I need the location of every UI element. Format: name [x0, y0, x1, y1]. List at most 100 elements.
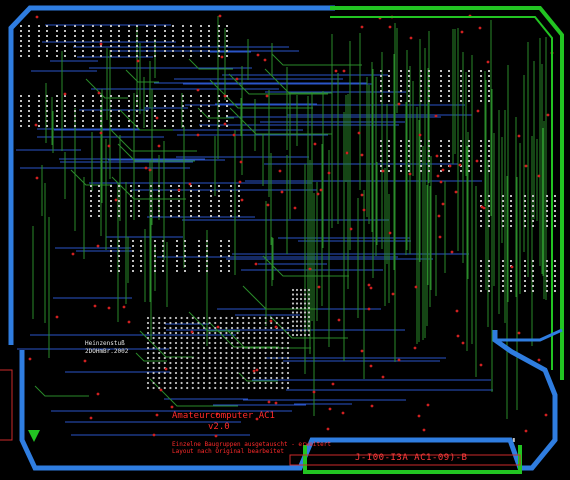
grid-hole — [180, 381, 183, 385]
grid-hole — [286, 376, 290, 380]
grid-hole — [214, 346, 217, 350]
ic-pad — [468, 165, 470, 167]
via — [319, 188, 323, 192]
ic-pad — [118, 95, 120, 97]
grid-hole — [307, 315, 311, 319]
grid-hole — [208, 386, 211, 390]
pcb-layout — [0, 0, 570, 480]
ic-pad — [208, 40, 210, 42]
grid-hole — [281, 361, 284, 365]
ic-pad — [46, 45, 48, 47]
ic-pad — [488, 150, 490, 152]
grid-hole — [180, 376, 183, 380]
grid-hole — [191, 326, 194, 330]
ic-pad — [82, 40, 84, 42]
ic-pad — [154, 270, 156, 272]
via — [235, 77, 239, 81]
grid-hole — [163, 336, 166, 340]
ic-pad — [162, 250, 164, 252]
ic-pad — [158, 190, 160, 192]
ic-pad — [226, 30, 228, 32]
ic-pad — [140, 270, 142, 272]
ic-pad — [74, 105, 76, 107]
via — [360, 153, 364, 157]
ic-pad — [118, 110, 120, 112]
ic-pad — [210, 190, 212, 192]
ic-pad — [154, 115, 156, 117]
grid-hole — [307, 306, 311, 310]
ic-pad — [480, 145, 482, 147]
ic-pad — [198, 190, 200, 192]
ic-pad — [420, 170, 422, 172]
ic-pad — [488, 265, 490, 267]
grid-hole — [219, 361, 222, 365]
ic-pad — [190, 215, 192, 217]
ic-pad — [162, 245, 164, 247]
via — [455, 309, 459, 313]
ic-pad — [480, 170, 482, 172]
ic-pad — [128, 35, 130, 37]
ic-pad — [218, 45, 220, 47]
grid-hole — [174, 386, 178, 390]
ic-pad — [546, 215, 548, 217]
ic-pad — [92, 35, 94, 37]
grid-hole — [264, 366, 267, 370]
ic-pad — [132, 270, 134, 272]
board-title: Amateurcomputer AC1 — [172, 411, 275, 421]
grid-hole — [152, 326, 155, 330]
grid-hole — [158, 321, 161, 325]
grid-hole — [275, 321, 278, 325]
ic-pad — [190, 40, 192, 42]
grid-hole — [225, 336, 228, 340]
ic-pad — [420, 160, 422, 162]
ic-pad — [546, 260, 548, 262]
grid-hole — [242, 376, 245, 380]
ic-pad — [82, 120, 84, 122]
ic-pad — [20, 55, 22, 57]
via — [409, 36, 413, 40]
ic-pad — [200, 30, 202, 32]
grid-hole — [197, 381, 200, 385]
via — [408, 172, 412, 176]
ic-pad — [154, 45, 156, 47]
grid-hole — [225, 326, 228, 330]
ic-pad — [118, 215, 120, 217]
grid-hole — [197, 366, 200, 370]
grid-hole — [303, 315, 307, 319]
ic-pad — [64, 120, 66, 122]
ic-pad — [488, 270, 490, 272]
grid-hole — [158, 326, 161, 330]
ic-pad — [208, 100, 210, 102]
grid-hole — [146, 356, 150, 360]
ic-pad — [128, 100, 130, 102]
ic-pad — [118, 245, 120, 247]
grid-hole — [299, 311, 303, 314]
grid-hole — [247, 321, 250, 325]
grid-hole — [281, 331, 284, 335]
ic-pad — [480, 150, 482, 152]
grid-hole — [158, 376, 161, 380]
grid-hole — [186, 331, 189, 335]
ic-pad — [164, 40, 166, 42]
via — [418, 133, 422, 137]
grid-hole — [270, 386, 273, 390]
grid-hole — [275, 331, 278, 335]
grid-hole — [202, 326, 206, 330]
via — [293, 206, 297, 210]
via — [190, 330, 194, 334]
grid-hole — [169, 316, 172, 320]
ic-pad — [230, 215, 232, 217]
grid-hole — [253, 361, 256, 365]
ic-pad — [238, 210, 240, 212]
grid-hole — [191, 366, 194, 370]
ic-pad — [154, 250, 156, 252]
grid-hole — [163, 376, 166, 380]
ic-pad — [428, 100, 430, 102]
ic-pad — [200, 35, 202, 37]
ic-pad — [136, 45, 138, 47]
grid-hole — [264, 316, 267, 320]
ic-pad — [170, 215, 172, 217]
ic-pad — [164, 105, 166, 107]
grid-hole — [202, 346, 206, 350]
grid-hole — [191, 361, 194, 365]
